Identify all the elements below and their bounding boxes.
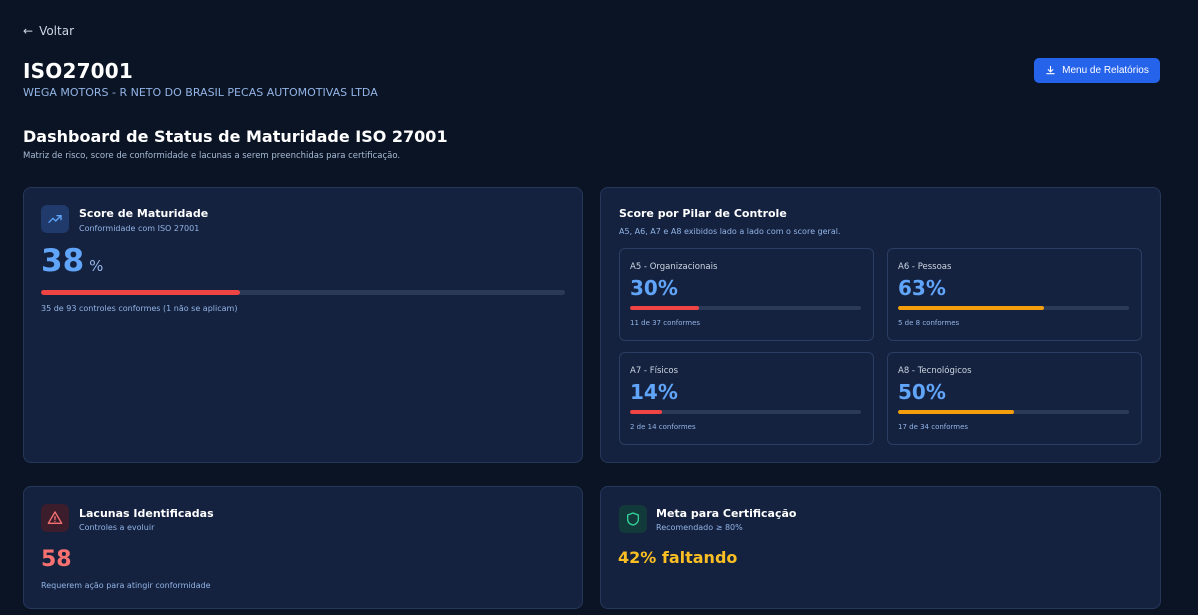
- pillar-a5: A5 - Organizacionais 30% 11 de 37 confor…: [619, 248, 874, 341]
- page-title: ISO27001: [23, 59, 134, 83]
- maturity-score-unit: %: [89, 257, 104, 275]
- maturity-progress-bar: [41, 290, 565, 295]
- download-icon: [1045, 65, 1056, 76]
- maturity-score-value: 38: [41, 243, 85, 279]
- gaps-note: Requerem ação para atingir conformidade: [41, 581, 211, 590]
- goal-subtitle: Recomendado ≥ 80%: [656, 523, 743, 532]
- maturity-score: 38 %: [41, 246, 103, 277]
- pillar-progress-bar: [898, 306, 1129, 310]
- goal-remaining: 42% faltando: [618, 548, 738, 567]
- pillar-a6: A6 - Pessoas 63% 5 de 8 conformes: [887, 248, 1142, 341]
- pillar-progress-bar: [898, 410, 1129, 414]
- maturity-progress-fill: [41, 290, 241, 295]
- pillar-label: A7 - Físicos: [630, 366, 679, 376]
- arrow-left-icon: ←: [23, 24, 34, 38]
- trending-up-icon: [41, 205, 69, 233]
- pillar-percent: 63%: [898, 276, 946, 300]
- pillar-count: 17 de 34 conformes: [898, 423, 969, 431]
- company-name: WEGA MOTORS - R NETO DO BRASIL PECAS AUT…: [23, 86, 378, 99]
- pillar-progress-fill: [630, 410, 663, 414]
- pillars-title: Score por Pilar de Controle: [619, 207, 787, 220]
- pillar-percent: 14%: [630, 380, 678, 404]
- pillars-subtitle: A5, A6, A7 e A8 exibidos lado a lado com…: [619, 227, 841, 236]
- back-link[interactable]: ← Voltar: [23, 24, 74, 38]
- reports-menu-button[interactable]: Menu de Relatórios: [1034, 58, 1160, 83]
- alert-triangle-icon: [41, 504, 69, 532]
- maturity-score-card: Score de Maturidade Conformidade com ISO…: [23, 187, 583, 463]
- pillar-percent: 30%: [630, 276, 678, 300]
- pillar-label: A8 - Tecnológicos: [898, 366, 972, 376]
- pillar-progress-bar: [630, 306, 861, 310]
- reports-menu-label: Menu de Relatórios: [1062, 65, 1149, 76]
- maturity-note: 35 de 93 controles conformes (1 não se a…: [41, 304, 238, 313]
- gaps-count: 58: [41, 547, 72, 572]
- pillar-count: 11 de 37 conformes: [630, 319, 701, 327]
- section-title: Dashboard de Status de Maturidade ISO 27…: [23, 127, 448, 146]
- pillar-percent: 50%: [898, 380, 946, 404]
- pillar-progress-fill: [898, 410, 1014, 414]
- pillar-count: 2 de 14 conformes: [630, 423, 696, 431]
- goal-title: Meta para Certificação: [656, 507, 797, 520]
- pillar-label: A5 - Organizacionais: [630, 262, 718, 272]
- maturity-subtitle: Conformidade com ISO 27001: [79, 224, 200, 233]
- pillar-a7: A7 - Físicos 14% 2 de 14 conformes: [619, 352, 874, 445]
- shield-icon: [619, 505, 647, 533]
- pillar-a8: A8 - Tecnológicos 50% 17 de 34 conformes: [887, 352, 1142, 445]
- pillar-progress-fill: [898, 306, 1044, 310]
- pillar-label: A6 - Pessoas: [898, 262, 952, 272]
- section-description: Matriz de risco, score de conformidade e…: [23, 151, 401, 161]
- back-label: Voltar: [39, 24, 75, 38]
- pillar-score-card: Score por Pilar de Controle A5, A6, A7 e…: [600, 187, 1161, 463]
- gaps-card: Lacunas Identificadas Controles a evolui…: [23, 486, 583, 609]
- gaps-title: Lacunas Identificadas: [79, 507, 214, 520]
- maturity-title: Score de Maturidade: [79, 207, 209, 220]
- dashboard-page: ← Voltar ISO27001 WEGA MOTORS - R NETO D…: [0, 0, 1198, 615]
- certification-goal-card: Meta para Certificação Recomendado ≥ 80%…: [600, 486, 1161, 609]
- pillar-count: 5 de 8 conformes: [898, 319, 960, 327]
- pillar-progress-fill: [630, 306, 700, 310]
- pillar-progress-bar: [630, 410, 861, 414]
- gaps-subtitle: Controles a evoluir: [79, 523, 155, 532]
